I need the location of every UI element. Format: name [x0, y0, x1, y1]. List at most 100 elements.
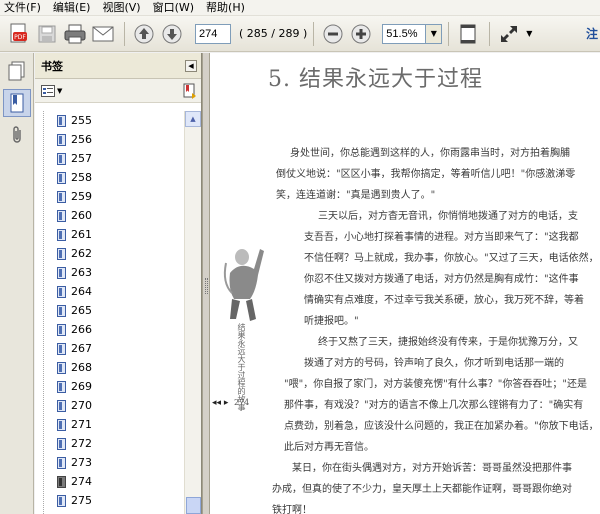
bookmark-item[interactable]: 270 — [35, 396, 185, 415]
bookmark-item[interactable]: 265 — [35, 301, 185, 320]
bookmark-icon — [57, 361, 66, 374]
zoom-in-button[interactable] — [348, 21, 374, 47]
bookmarks-title: 书签 — [41, 59, 63, 73]
more-tools-icon[interactable]: ▼ — [526, 29, 532, 38]
bookmark-icon — [57, 209, 66, 222]
document-page[interactable]: 5. 结果永远大于过程 身处世间，你总能遇到这样的人，你雨露串当时，对方拍着胸脯… — [210, 53, 600, 514]
bookmark-item[interactable]: 269 — [35, 377, 185, 396]
bookmark-item[interactable]: 264 — [35, 282, 185, 301]
bookmark-item[interactable]: 274 — [35, 472, 185, 491]
chevron-down-icon[interactable]: ▼ — [426, 23, 443, 44]
bookmark-label: 257 — [71, 152, 92, 165]
bookmark-label: 273 — [71, 456, 92, 469]
bookmark-label: 270 — [71, 399, 92, 412]
bookmark-item[interactable]: 261 — [35, 225, 185, 244]
panel-splitter[interactable] — [202, 53, 210, 514]
options-menu-button[interactable]: ▼ — [41, 83, 63, 99]
pages-panel-button[interactable] — [3, 57, 31, 85]
printer-icon — [64, 24, 86, 43]
bookmark-icon — [57, 133, 66, 146]
bookmark-item[interactable]: 271 — [35, 415, 185, 434]
toolbar: PDF ( 285 / 289 ) ▼ ▼ 注 — [0, 16, 600, 52]
bookmark-item[interactable]: 272 — [35, 434, 185, 453]
bookmark-item[interactable]: 258 — [35, 168, 185, 187]
bookmarks-panel: 书签 ◀ ▼ 255 256 257 258 259 260 261 262 263 264 265… — [35, 53, 202, 514]
bookmark-icon — [57, 228, 66, 241]
menu-help[interactable]: 帮助(H) — [206, 1, 245, 15]
bookmark-label: 263 — [71, 266, 92, 279]
bookmark-item[interactable]: 266 — [35, 320, 185, 339]
menu-file[interactable]: 文件(F) — [4, 1, 41, 15]
paragraph-3: 终于又熬了三天，捷报始终没有传来，于是你犹豫万分，又 拨通了对方的号码，铃声响了… — [284, 332, 599, 458]
previous-page-button[interactable] — [131, 21, 157, 47]
text-line: 倒仗义地说："区区小事，我帮你搞定，等着听信儿吧！"你感激涕零 — [276, 169, 576, 180]
bookmark-item[interactable]: 268 — [35, 358, 185, 377]
bookmark-icon — [57, 456, 66, 469]
expand-bookmark-button[interactable] — [183, 83, 197, 102]
page-number-input[interactable] — [195, 23, 231, 44]
chapter-title: 5. 结果永远大于过程 — [268, 67, 483, 92]
minus-icon — [323, 24, 343, 43]
menu-view[interactable]: 视图(V) — [102, 1, 140, 15]
bookmark-icon — [57, 437, 66, 450]
bookmark-label: 268 — [71, 361, 92, 374]
bookmark-item[interactable]: 267 — [35, 339, 185, 358]
toolbar-right-label[interactable]: 注 — [586, 25, 598, 42]
page-number: 274 — [234, 398, 250, 407]
scroll-thumb[interactable] — [186, 497, 201, 514]
print-button[interactable] — [62, 21, 88, 47]
full-screen-button[interactable] — [496, 21, 522, 47]
bookmark-label: 274 — [71, 475, 92, 488]
text-line: "喂"，你自报了家门，对方装傻充愣"有什么事？"你答吞吞吐；"还是 — [284, 379, 587, 390]
menu-edit[interactable]: 编辑(E) — [53, 1, 91, 15]
bookmarks-scrollbar[interactable]: ▲ — [184, 111, 201, 514]
bookmark-label: 266 — [71, 323, 92, 336]
create-pdf-icon: PDF — [10, 23, 27, 42]
text-line: 终于又熬了三天，捷报始终没有传来，于是你犹豫万分，又 — [318, 337, 578, 348]
bookmark-item[interactable]: 262 — [35, 244, 185, 263]
zoom-out-button[interactable] — [320, 21, 346, 47]
paragraph-4: 某日，你在街头偶遇对方，对方开始诉苦：哥哥虽然没把那件事 办成，但真的使了不少力… — [272, 458, 572, 514]
paragraph-1: 身处世间，你总能遇到这样的人，你雨露串当时，对方拍着胸脯 倒仗义地说："区区小事… — [276, 143, 575, 206]
single-page-view-button[interactable] — [455, 21, 481, 47]
text-line: 身处世间，你总能遇到这样的人，你雨露串当时，对方拍着胸脯 — [290, 148, 570, 159]
bookmark-icon — [57, 418, 66, 431]
text-line: 你忍不住又拨对方拨通了电话，对方仍然是胸有成竹："这件事 — [304, 274, 579, 285]
email-button[interactable] — [90, 21, 116, 47]
scroll-up-icon[interactable]: ▲ — [185, 111, 201, 127]
page-count: ( 285 / 289 ) — [239, 27, 308, 40]
save-button[interactable] — [34, 21, 60, 47]
zoom-select[interactable]: ▼ — [382, 23, 443, 44]
paragraph-2: 三天以后，对方杳无音讯，你悄悄地拨通了对方的电话，支 支吾吾，小心地打探着事情的… — [304, 206, 599, 332]
plus-icon — [351, 24, 371, 43]
bookmarks-panel-button[interactable] — [3, 89, 31, 117]
bookmark-label: 256 — [71, 133, 92, 146]
bookmark-label: 264 — [71, 285, 92, 298]
bookmark-label: 258 — [71, 171, 92, 184]
text-line: 三天以后，对方杳无音讯，你悄悄地拨通了对方的电话，支 — [318, 211, 578, 222]
menu-window[interactable]: 窗口(W) — [153, 1, 194, 15]
collapse-panel-button[interactable]: ◀ — [185, 60, 197, 72]
bookmark-item[interactable]: 275 — [35, 491, 185, 510]
splitter-grip[interactable] — [205, 278, 208, 294]
bookmark-label: 265 — [71, 304, 92, 317]
bookmark-item[interactable]: 259 — [35, 187, 185, 206]
bookmark-item[interactable]: 255 — [35, 111, 185, 130]
attachments-panel-button[interactable] — [3, 121, 31, 149]
bookmark-item[interactable]: 263 — [35, 263, 185, 282]
bookmark-item[interactable]: 260 — [35, 206, 185, 225]
pages-icon — [8, 61, 25, 81]
bookmark-item[interactable]: 256 — [35, 130, 185, 149]
text-line: 不信任啊？马上就成，我办事，你放心。"又过了三天，电话依然， — [304, 253, 599, 264]
zoom-input[interactable] — [382, 23, 427, 44]
toolbar-separator — [124, 21, 125, 46]
create-pdf-button[interactable]: PDF — [6, 21, 32, 47]
bookmark-item[interactable]: 257 — [35, 149, 185, 168]
bookmark-icon — [57, 247, 66, 260]
bookmarks-toolbar: ▼ — [35, 79, 201, 103]
text-line: 点费劲，别着急，应该没什么问题的，我正在加紧办着。"你放下电话， — [284, 421, 599, 432]
next-page-button[interactable] — [159, 21, 185, 47]
bookmark-item[interactable]: 273 — [35, 453, 185, 472]
bookmarks-list: 255 256 257 258 259 260 261 262 263 264 265 266 267 2… — [35, 111, 185, 514]
bookmark-label: 262 — [71, 247, 92, 260]
